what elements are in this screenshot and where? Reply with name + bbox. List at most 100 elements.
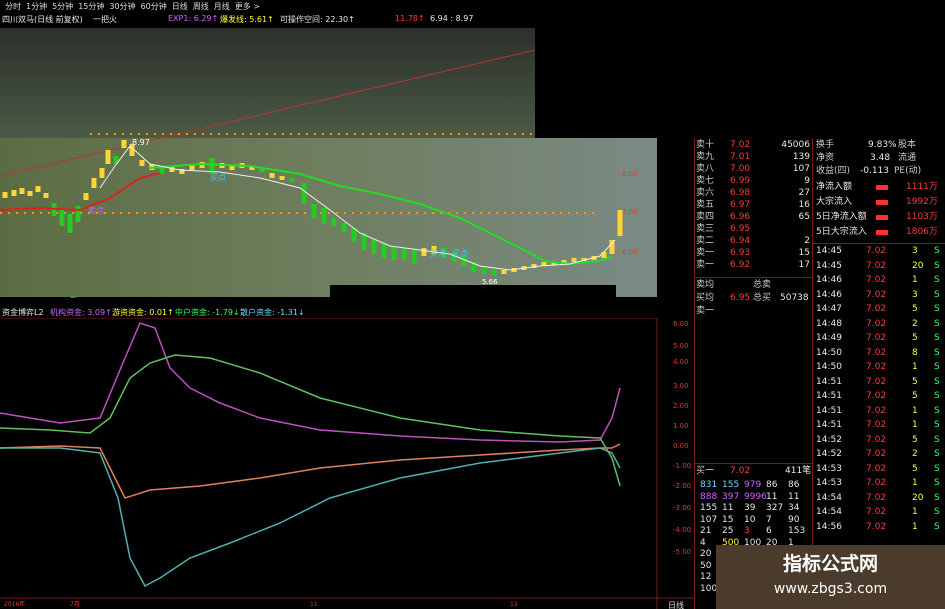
tick-side: S bbox=[934, 260, 940, 271]
tick-time: 14:50 bbox=[816, 347, 842, 358]
tick-volume: 5 bbox=[912, 391, 918, 401]
tick-volume: 8 bbox=[912, 347, 918, 358]
candle bbox=[421, 248, 427, 256]
tick-price: 7.02 bbox=[866, 420, 887, 430]
buy-point-1: 买点 bbox=[210, 173, 226, 182]
price-chart[interactable]: 8.97 5.66 买点 买点 买点 卖点 新 8.00 7.00 6.00 bbox=[0, 28, 657, 298]
tick-price: 7.02 bbox=[866, 492, 887, 503]
tick-volume: 2 bbox=[912, 318, 918, 329]
queue-cell: 153 bbox=[788, 526, 806, 536]
candle bbox=[75, 206, 81, 222]
tick-price: 7.02 bbox=[866, 507, 887, 517]
candle bbox=[139, 160, 145, 166]
book-volume: 65 bbox=[798, 212, 810, 222]
tick-volume: 1 bbox=[912, 362, 918, 372]
queue-cell: 9996 bbox=[744, 491, 767, 502]
mid-funds: 中户资金: -1.79↓ bbox=[175, 308, 240, 317]
tick-time: 14:51 bbox=[816, 420, 842, 430]
tab-1min[interactable]: 1分钟 bbox=[26, 1, 47, 12]
zongmai2-value: 50738 bbox=[780, 293, 809, 303]
tick-time: 14:54 bbox=[816, 492, 842, 503]
tab-timeshare[interactable]: 分时 bbox=[5, 1, 21, 12]
indicator-name: 资金博弈L2 bbox=[2, 308, 44, 317]
tab-weekly[interactable]: 周线 bbox=[193, 1, 209, 12]
maijun-label: 买均 bbox=[696, 293, 715, 303]
tick-time: 14:46 bbox=[816, 289, 842, 300]
tick-price: 7.02 bbox=[866, 304, 887, 314]
candle bbox=[331, 218, 337, 226]
book-price: 7.01 bbox=[730, 152, 751, 162]
daily-tab[interactable]: 日线 bbox=[668, 600, 684, 609]
tick-time: 14:54 bbox=[816, 507, 842, 517]
book-divider bbox=[694, 277, 812, 278]
tick-side: S bbox=[934, 376, 940, 387]
tick-side: S bbox=[934, 289, 940, 300]
tick-price: 7.02 bbox=[866, 449, 887, 459]
indicator-axis: 6.00 5.00 4.00 3.00 2.00 1.00 0.00 -1.00… bbox=[673, 320, 691, 556]
book-label: 卖一 bbox=[696, 260, 715, 270]
candle bbox=[35, 186, 41, 192]
queue-cell: 20 bbox=[700, 549, 712, 559]
ind-axis-11: -5.00 bbox=[673, 548, 691, 556]
sell-point: 卖点 bbox=[88, 206, 104, 215]
maijun-value: 6.95 bbox=[730, 293, 751, 303]
tick-volume: 5 bbox=[912, 434, 918, 445]
candle bbox=[121, 140, 127, 148]
queue-cell: 7 bbox=[766, 514, 772, 525]
queue-cell: 11 bbox=[722, 503, 734, 513]
tab-5min[interactable]: 5分钟 bbox=[52, 1, 73, 12]
book-volume: 17 bbox=[798, 260, 810, 270]
flow-label: 净流入额 bbox=[816, 182, 853, 192]
watermark-url: www.zbgs3.com bbox=[773, 581, 888, 597]
tab-60min[interactable]: 60分钟 bbox=[141, 1, 167, 12]
pe-label: PE(动) bbox=[894, 166, 922, 176]
tick-side: S bbox=[934, 304, 940, 314]
axis-7: 7.00 bbox=[622, 208, 638, 216]
book-label: 卖二 bbox=[696, 236, 715, 246]
book-volume: 2 bbox=[804, 236, 810, 246]
candle bbox=[301, 183, 307, 204]
tick-price: 7.02 bbox=[866, 434, 887, 445]
period-toolbar: 分时 1分钟 5分钟 15分钟 30分钟 60分钟 日线 周线 月线 更多 > bbox=[0, 0, 535, 12]
tick-volume: 20 bbox=[912, 260, 924, 271]
book-price: 6.92 bbox=[730, 260, 751, 270]
tick-volume: 5 bbox=[912, 463, 918, 474]
ind-axis-1: 5.00 bbox=[673, 342, 689, 350]
queue-cell: 155 bbox=[700, 503, 718, 513]
book-price: 6.93 bbox=[730, 248, 751, 258]
queue-count: 411笔 bbox=[785, 466, 812, 476]
candle bbox=[11, 190, 17, 196]
tab-daily[interactable]: 日线 bbox=[172, 1, 188, 12]
tick-side: S bbox=[934, 347, 940, 358]
tick-price: 7.02 bbox=[866, 521, 887, 532]
stock-title: 四川双马(日线 前复权) bbox=[2, 15, 83, 24]
tick-price: 7.02 bbox=[866, 318, 887, 329]
tab-15min[interactable]: 15分钟 bbox=[78, 1, 104, 12]
queue-cell: 100 bbox=[700, 583, 718, 594]
tick-side: S bbox=[934, 246, 940, 256]
tab-30min[interactable]: 30分钟 bbox=[109, 1, 135, 12]
panel-divider-2 bbox=[812, 138, 813, 609]
book-label: 卖九 bbox=[696, 152, 715, 162]
queue-cell: 831 bbox=[700, 480, 718, 490]
tick-price: 7.02 bbox=[866, 333, 887, 343]
book-price: 6.98 bbox=[730, 188, 751, 198]
tab-more[interactable]: 更多 > bbox=[235, 1, 260, 12]
tab-monthly[interactable]: 月线 bbox=[214, 1, 230, 12]
date-tick-1: 7月 bbox=[70, 601, 80, 608]
indicator-chart[interactable]: 6.00 5.00 4.00 3.00 2.00 1.00 0.00 -1.00… bbox=[0, 318, 695, 609]
tick-volume: 3 bbox=[912, 289, 918, 300]
candle bbox=[401, 248, 407, 260]
ind-axis-2: 4.00 bbox=[673, 358, 689, 366]
buy-point-2: 买点 bbox=[430, 249, 446, 258]
tick-side: S bbox=[934, 275, 940, 285]
book-price: 7.00 bbox=[730, 164, 751, 174]
tick-side: S bbox=[934, 521, 940, 532]
candle bbox=[159, 168, 165, 174]
book-volume: 27 bbox=[798, 188, 810, 198]
queue-cell: 4 bbox=[700, 537, 706, 548]
tick-volume: 1 bbox=[912, 420, 918, 430]
exp1-value: EXP1: 6.29↑ bbox=[168, 14, 219, 23]
tick-side: S bbox=[934, 449, 940, 459]
series-inst bbox=[0, 322, 621, 443]
